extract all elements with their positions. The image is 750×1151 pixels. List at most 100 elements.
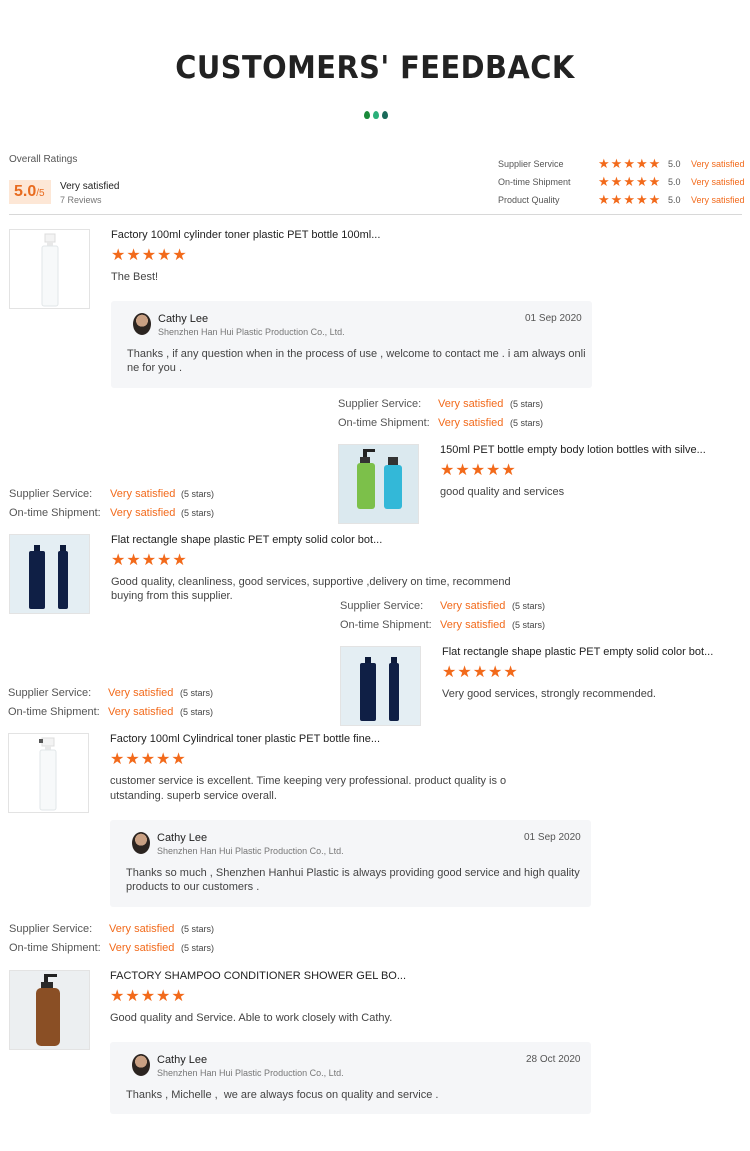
star-icon: ★ [141, 552, 157, 569]
product-title[interactable]: Flat rectangle shape plastic PET empty s… [442, 646, 713, 658]
rating-verdict: Very satisfied [691, 177, 745, 187]
star-icon: ★ [648, 192, 661, 207]
star-rating: ★ ★ ★ ★ ★ [598, 157, 660, 170]
star-rating: ★ ★ ★ ★ ★ [110, 752, 186, 768]
rating-score: 5.0 [668, 195, 681, 205]
divider [9, 214, 742, 215]
shipment-stars: (5 stars) [510, 418, 544, 428]
supplier-service-label: Supplier Service: [9, 488, 93, 500]
star-icon: ★ [648, 156, 661, 171]
review-text-line: utstanding. superb service overall. [110, 790, 277, 802]
supplier-service-label: Supplier Service: [9, 923, 93, 935]
star-icon: ★ [501, 462, 516, 479]
star-icon: ★ [125, 751, 140, 768]
star-icon: ★ [126, 247, 141, 264]
reply-text-line: products to our customers . [126, 881, 260, 893]
review-text-line: buying from this supplier. [111, 590, 233, 602]
product-thumbnail[interactable] [338, 444, 419, 524]
product-title[interactable]: Factory 100ml cylinder toner plastic PET… [111, 229, 380, 241]
rating-label: Product Quality [498, 195, 560, 205]
product-title[interactable]: 150ml PET bottle empty body lotion bottl… [440, 444, 706, 456]
rating-score: 5.0 [668, 177, 681, 187]
star-icon: ★ [171, 988, 186, 1005]
star-icon: ★ [598, 192, 610, 207]
supplier-service-value: Very satisfied [440, 600, 506, 612]
star-icon: ★ [503, 664, 518, 681]
product-thumbnail[interactable] [9, 534, 90, 614]
product-title[interactable]: FACTORY SHAMPOO CONDITIONER SHOWER GEL B… [110, 970, 406, 982]
star-icon: ★ [635, 192, 648, 207]
reply-date: 01 Sep 2020 [525, 313, 582, 324]
rating-verdict: Very satisfied [691, 159, 745, 169]
score-value: 5.0 [14, 183, 37, 200]
shipment-value: Very satisfied [108, 706, 174, 718]
shipment-label: On-time Shipment: [338, 417, 430, 429]
reply-name: Cathy Lee [157, 1054, 208, 1066]
spray-bottle-icon [39, 737, 57, 811]
shipment-label: On-time Shipment: [9, 942, 101, 954]
star-icon: ★ [623, 174, 635, 189]
reply-date: 28 Oct 2020 [526, 1054, 581, 1065]
star-icon: ★ [111, 552, 126, 569]
supplier-service-stars: (5 stars) [512, 601, 546, 611]
star-icon: ★ [623, 192, 635, 207]
shampoo-bottle-icon [36, 974, 60, 1046]
drop-icon [373, 111, 379, 119]
shipment-value: Very satisfied [109, 942, 175, 954]
supplier-service-value: Very satisfied [109, 923, 175, 935]
rating-label: On-time Shipment [498, 177, 571, 187]
star-rating: ★ ★ ★ ★ ★ [111, 553, 187, 569]
shipment-value: Very satisfied [438, 417, 504, 429]
spray-bottle-icon [41, 233, 59, 307]
shipment-label: On-time Shipment: [8, 706, 100, 718]
flat-bottle-icon [29, 545, 68, 609]
product-title[interactable]: Flat rectangle shape plastic PET empty s… [111, 534, 382, 546]
star-icon: ★ [125, 988, 140, 1005]
reply-date: 01 Sep 2020 [524, 832, 581, 843]
overall-score: 5.0/5 [9, 180, 51, 204]
shipment-stars: (5 stars) [180, 707, 214, 717]
product-thumbnail[interactable] [340, 646, 421, 726]
star-icon: ★ [610, 192, 623, 207]
product-title[interactable]: Factory 100ml Cylindrical toner plastic … [110, 733, 380, 745]
avatar [132, 1054, 150, 1076]
product-thumbnail[interactable] [9, 970, 90, 1050]
review-count[interactable]: 7 Reviews [60, 195, 102, 205]
score-denominator: /5 [36, 188, 45, 199]
reply-company: Shenzhen Han Hui Plastic Production Co.,… [157, 846, 344, 856]
supplier-service-value: Very satisfied [438, 398, 504, 410]
star-icon: ★ [156, 751, 171, 768]
star-icon: ★ [141, 247, 157, 264]
supplier-service-stars: (5 stars) [180, 688, 214, 698]
supplier-service-stars: (5 stars) [181, 489, 215, 499]
reply-text: Thanks , Michelle , we are always focus … [126, 1089, 439, 1101]
star-icon: ★ [110, 988, 125, 1005]
page-title: CUSTOMERS' FEEDBACK [175, 50, 575, 86]
star-icon: ★ [140, 988, 156, 1005]
supplier-service-label: Supplier Service: [338, 398, 422, 410]
review-text: good quality and services [440, 486, 565, 498]
star-icon: ★ [486, 462, 501, 479]
review-text: Good quality and Service. Able to work c… [110, 1012, 393, 1024]
product-thumbnail[interactable] [8, 733, 89, 813]
overall-verdict: Very satisfied [60, 181, 120, 192]
star-rating: ★ ★ ★ ★ ★ [440, 463, 516, 479]
reply-name: Cathy Lee [157, 832, 208, 844]
star-rating: ★ ★ ★ ★ ★ [111, 248, 187, 264]
reply-company: Shenzhen Han Hui Plastic Production Co.,… [158, 327, 345, 337]
supplier-service-value: Very satisfied [108, 687, 174, 699]
reply-name: Cathy Lee [158, 313, 209, 325]
reply-text-line: ne for you . [127, 362, 183, 374]
shipment-stars: (5 stars) [181, 943, 215, 953]
overall-ratings-label: Overall Ratings [9, 154, 78, 165]
product-thumbnail[interactable] [9, 229, 90, 309]
star-icon: ★ [126, 552, 141, 569]
star-rating: ★ ★ ★ ★ ★ [598, 193, 660, 206]
star-icon: ★ [648, 174, 661, 189]
star-rating: ★ ★ ★ ★ ★ [442, 665, 518, 681]
supplier-service-label: Supplier Service: [8, 687, 92, 699]
review-text: The Best! [111, 271, 159, 283]
lotion-bottles-icon [357, 449, 402, 509]
star-icon: ★ [442, 664, 457, 681]
star-rating: ★ ★ ★ ★ ★ [598, 175, 660, 188]
